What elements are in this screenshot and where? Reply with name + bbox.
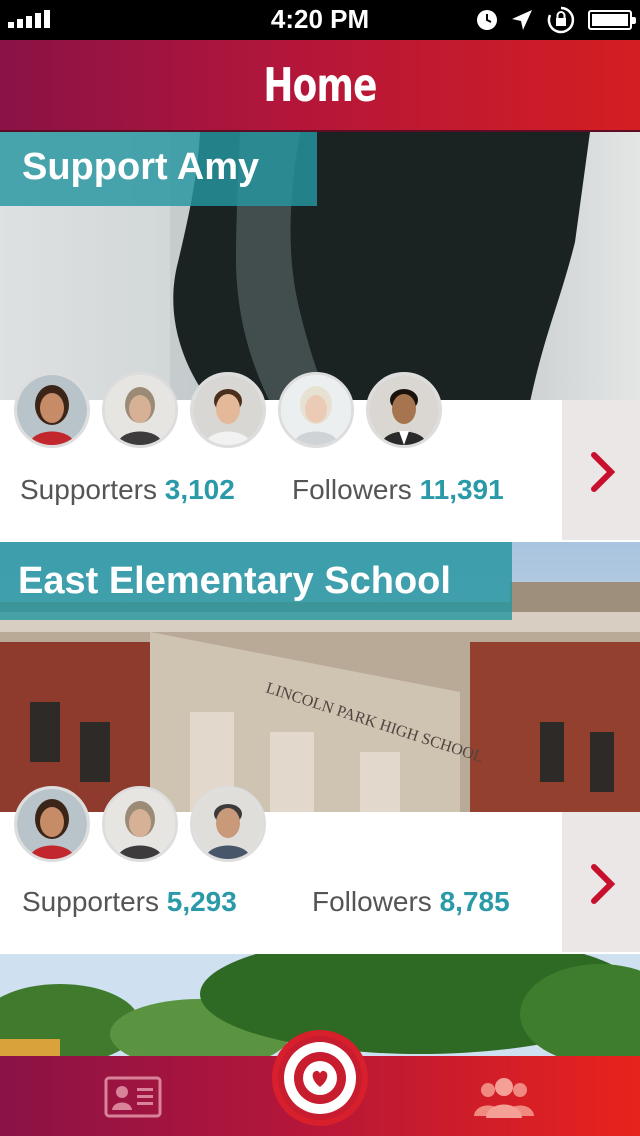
location-arrow-icon (512, 10, 532, 30)
supporters-label: Supporters (20, 474, 157, 505)
followers-stat: Followers 11,391 (292, 474, 504, 506)
campaign-title-banner: East Elementary School (0, 542, 512, 620)
supporter-avatar[interactable] (14, 372, 90, 448)
supporter-avatar[interactable] (366, 372, 442, 448)
campaign-title: Support Amy (22, 146, 260, 188)
campaign-stats-panel: Supporters 3,102 Followers 11,391 (0, 372, 640, 540)
supporter-avatar[interactable] (190, 786, 266, 862)
clock-icon (477, 10, 497, 30)
campaign-title-banner: Support Amy (0, 132, 317, 206)
people-icon (474, 1078, 534, 1118)
rotation-lock-icon (547, 6, 575, 34)
supporters-label: Supporters (22, 886, 159, 917)
tab-profile[interactable] (104, 1076, 162, 1118)
supporters-stat: Supporters 5,293 (22, 886, 237, 918)
supporter-avatar[interactable] (278, 372, 354, 448)
followers-stat: Followers 8,785 (312, 886, 510, 918)
supporter-avatar[interactable] (102, 372, 178, 448)
campaign-card-east-elementary[interactable]: LINCOLN PARK HIGH SCHOOL East Elementary… (0, 542, 640, 952)
open-campaign-button[interactable] (562, 812, 640, 952)
chevron-right-icon (591, 864, 616, 904)
followers-count: 8,785 (439, 886, 510, 917)
followers-label: Followers (292, 474, 412, 505)
page-title: Home (263, 58, 377, 112)
battery-icon (588, 10, 636, 30)
supporters-count: 3,102 (164, 474, 235, 505)
campaign-card-support-amy[interactable]: Support Amy Supporters 3,102 Followers 1… (0, 132, 640, 540)
open-campaign-button[interactable] (562, 400, 640, 540)
supporters-stat: Supporters 3,102 (20, 474, 235, 506)
campaign-stats-panel: Supporters 5,293 Followers 8,785 (0, 786, 640, 952)
status-icons (476, 6, 636, 34)
followers-label: Followers (312, 886, 432, 917)
tab-people[interactable] (472, 1076, 536, 1118)
chevron-right-icon (591, 452, 616, 492)
status-bar: 4:20 PM (0, 0, 640, 40)
supporter-avatar[interactable] (14, 786, 90, 862)
tab-home[interactable] (272, 1030, 368, 1126)
target-heart-icon (284, 1042, 356, 1114)
supporter-avatar[interactable] (190, 372, 266, 448)
campaign-title: East Elementary School (18, 560, 451, 602)
contact-card-icon (104, 1076, 162, 1118)
supporters-count: 5,293 (166, 886, 237, 917)
followers-count: 11,391 (419, 474, 504, 505)
supporter-avatar[interactable] (102, 786, 178, 862)
nav-bar: Home (0, 40, 640, 132)
